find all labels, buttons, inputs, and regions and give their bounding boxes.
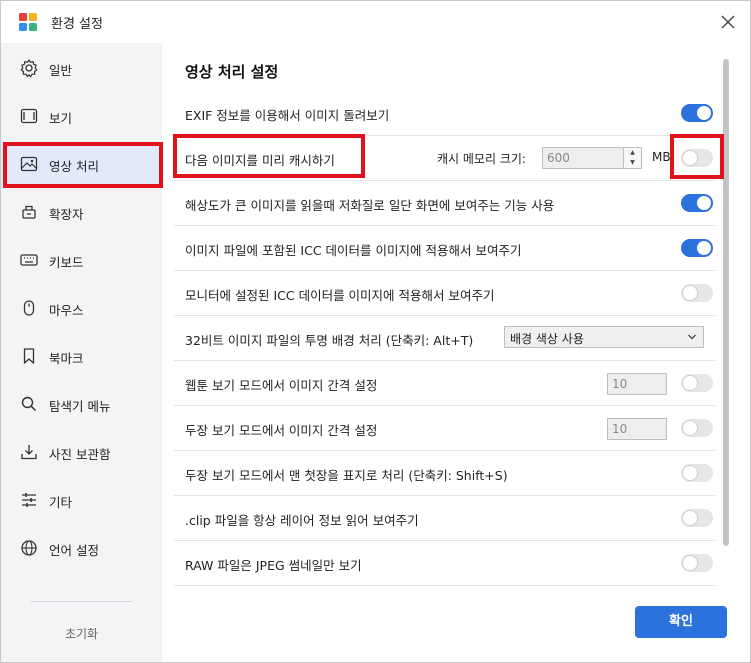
setting-row-first-page-cover: 두장 보기 모드에서 맨 첫장을 표지로 처리 (단축키: Shift+S)	[174, 451, 715, 496]
sidebar-item-bookmark[interactable]: 북마크	[1, 334, 162, 378]
sidebar-item-label: 보기	[49, 111, 73, 126]
setting-label: RAW 파일은 JPEG 썸네일만 보기	[185, 558, 362, 573]
toggle-knob	[697, 241, 711, 255]
setting-label: 다음 이미지를 미리 캐시하기	[185, 153, 335, 168]
title-bar: 환경 설정	[1, 1, 750, 43]
sidebar-item-general[interactable]: 일반	[1, 46, 162, 90]
setting-row-monitor-icc: 모니터에 설정된 ICC 데이터를 이미지에 적용해서 보여주기	[174, 271, 715, 316]
toggle-knob	[683, 556, 697, 570]
setting-row-lowres-preview: 해상도가 큰 이미지를 읽을때 저화질로 일단 화면에 보여주는 기능 사용	[174, 181, 715, 226]
settings-panel: 영상 처리 설정 EXIF 정보를 이용해서 이미지 돌려보기 다음 이미지를 …	[162, 43, 750, 662]
stepper-arrows[interactable]: ▲ ▼	[623, 148, 641, 168]
toggle-knob	[683, 376, 697, 390]
toggle-knob	[683, 286, 697, 300]
extension-icon	[22, 205, 36, 219]
setting-label: 두장 보기 모드에서 이미지 간격 설정	[185, 423, 378, 438]
sliders-icon	[22, 493, 36, 507]
sidebar-item-label: 키보드	[49, 255, 84, 270]
embedded-icc-toggle[interactable]	[681, 239, 713, 257]
bookmark-icon	[23, 348, 35, 364]
sidebar-divider	[31, 601, 132, 602]
mouse-icon	[23, 300, 35, 316]
sidebar-item-photo-archive[interactable]: 사진 보관함	[1, 430, 162, 474]
precache-toggle[interactable]	[681, 149, 713, 167]
webtoon-gap-input[interactable]: 10	[607, 373, 667, 395]
reset-button[interactable]: 초기화	[1, 625, 162, 642]
sidebar-item-label: 탐색기 메뉴	[49, 399, 111, 414]
chevron-down-icon	[688, 334, 696, 340]
section-title: 영상 처리 설정	[185, 63, 279, 81]
image-icon	[20, 156, 38, 172]
setting-row-webtoon-gap: 웹툰 보기 모드에서 이미지 간격 설정 10	[174, 361, 715, 406]
gear-icon	[20, 59, 38, 78]
sidebar-item-extension[interactable]: 확장자	[1, 190, 162, 234]
sidebar-item-view[interactable]: 보기	[1, 94, 162, 138]
cache-size-value: 600	[547, 151, 570, 165]
setting-label: 모니터에 설정된 ICC 데이터를 이미지에 적용해서 보여주기	[185, 288, 495, 303]
setting-label: 웹툰 보기 모드에서 이미지 간격 설정	[185, 378, 378, 393]
setting-label: 두장 보기 모드에서 맨 첫장을 표지로 처리 (단축키: Shift+S)	[185, 468, 508, 483]
cache-size-stepper[interactable]: 600 ▲ ▼	[542, 147, 642, 169]
sidebar-item-label: 확장자	[49, 207, 84, 222]
setting-row-two-page-gap: 두장 보기 모드에서 이미지 간격 설정 10	[174, 406, 715, 451]
setting-row-transparent-bg: 32비트 이미지 파일의 투명 배경 처리 (단축키: Alt+T) 배경 색상…	[174, 316, 715, 361]
setting-label: 해상도가 큰 이미지를 읽을때 저화질로 일단 화면에 보여주는 기능 사용	[185, 198, 555, 213]
app-logo-icon	[19, 13, 37, 31]
clip-layers-toggle[interactable]	[681, 509, 713, 527]
sidebar-item-language[interactable]: 언어 설정	[1, 526, 162, 570]
raw-thumbnail-toggle[interactable]	[681, 554, 713, 572]
toggle-knob	[683, 511, 697, 525]
close-icon[interactable]	[718, 12, 738, 32]
two-page-gap-input[interactable]: 10	[607, 418, 667, 440]
sidebar-item-mouse[interactable]: 마우스	[1, 286, 162, 330]
download-icon	[21, 445, 37, 460]
sidebar-item-label: 영상 처리	[49, 159, 99, 174]
sidebar-item-label: 마우스	[49, 303, 84, 318]
monitor-icc-toggle[interactable]	[681, 284, 713, 302]
exif-rotate-toggle[interactable]	[681, 104, 713, 122]
sidebar-item-label: 기타	[49, 495, 73, 510]
setting-label: EXIF 정보를 이용해서 이미지 돌려보기	[185, 108, 390, 123]
ok-button[interactable]: 확인	[635, 606, 727, 638]
sidebar-item-label: 일반	[49, 63, 73, 78]
sidebar-item-label: 사진 보관함	[49, 447, 111, 462]
sidebar-item-label: 언어 설정	[49, 543, 99, 558]
setting-label: .clip 파일을 항상 레이어 정보 읽어 보여주기	[185, 513, 419, 528]
globe-icon	[21, 540, 37, 556]
first-page-cover-toggle[interactable]	[681, 464, 713, 482]
cache-size-unit: MB	[652, 150, 671, 164]
toggle-knob	[683, 466, 697, 480]
keyboard-icon	[20, 254, 38, 266]
setting-row-clip-layers: .clip 파일을 항상 레이어 정보 읽어 보여주기	[174, 496, 715, 541]
sidebar-item-keyboard[interactable]: 키보드	[1, 238, 162, 282]
window-title: 환경 설정	[51, 17, 103, 32]
scrollbar[interactable]	[723, 59, 729, 546]
search-icon	[21, 396, 37, 412]
sidebar-item-label: 북마크	[49, 351, 84, 366]
toggle-knob	[697, 106, 711, 120]
toggle-knob	[683, 421, 697, 435]
cache-size-label: 캐시 메모리 크기:	[437, 152, 526, 166]
setting-row-embedded-icc: 이미지 파일에 포함된 ICC 데이터를 이미지에 적용해서 보여주기	[174, 226, 715, 271]
webtoon-gap-toggle[interactable]	[681, 374, 713, 392]
sidebar-item-explorer-menu[interactable]: 탐색기 메뉴	[1, 382, 162, 426]
two-page-gap-toggle[interactable]	[681, 419, 713, 437]
sidebar: 일반 보기 영상 처리 확장자 키보드 마우스 북마크 탐색기 메뉴 사진 보관…	[1, 43, 162, 662]
setting-label: 32비트 이미지 파일의 투명 배경 처리 (단축키: Alt+T)	[185, 333, 474, 348]
settings-window: 환경 설정 일반 보기 영상 처리 확장자 키보드 마우스 북마크 탐색기 메뉴…	[0, 0, 751, 663]
setting-row-raw-thumbnail: RAW 파일은 JPEG 썸네일만 보기	[174, 541, 715, 586]
select-value: 배경 색상 사용	[510, 332, 584, 346]
toggle-knob	[683, 151, 697, 165]
setting-row-precache: 다음 이미지를 미리 캐시하기 캐시 메모리 크기: 600 ▲ ▼ MB	[174, 136, 715, 181]
lowres-preview-toggle[interactable]	[681, 194, 713, 212]
setting-label: 이미지 파일에 포함된 ICC 데이터를 이미지에 적용해서 보여주기	[185, 243, 522, 258]
sidebar-item-image-processing[interactable]: 영상 처리	[1, 142, 162, 186]
transparent-bg-select[interactable]: 배경 색상 사용	[504, 326, 704, 348]
toggle-knob	[697, 196, 711, 210]
sidebar-item-etc[interactable]: 기타	[1, 478, 162, 522]
view-icon	[20, 108, 38, 124]
setting-row-exif-rotate: EXIF 정보를 이용해서 이미지 돌려보기	[174, 91, 715, 136]
